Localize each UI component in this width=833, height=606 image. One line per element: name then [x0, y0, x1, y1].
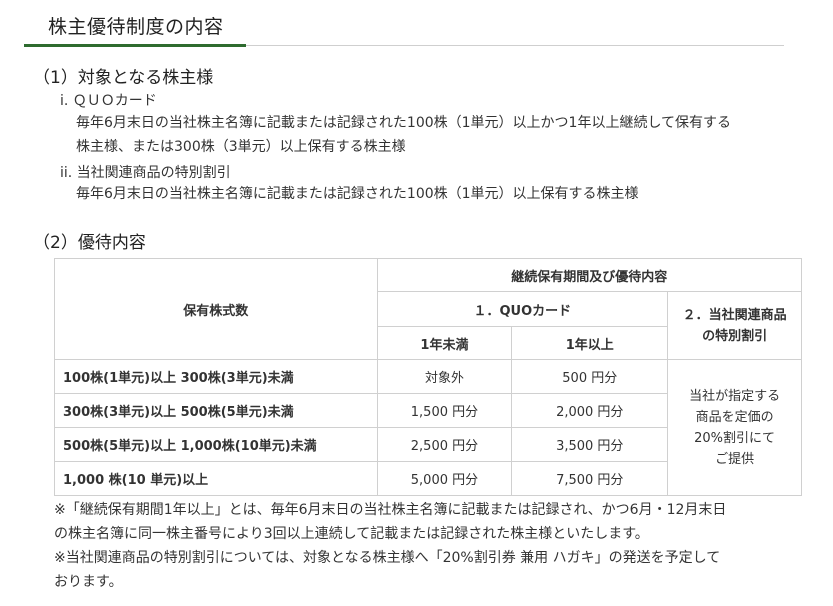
discount-description-cell: 当社が指定する 商品を定価の 20%割引にて ご提供 — [667, 359, 802, 496]
section-heading-benefits: （2）優待内容 — [33, 233, 146, 253]
text-line: 株主様、または300株（3単元）以上保有する株主様 — [76, 139, 406, 155]
header-holding-period-group: 継続保有期間及び優待内容 — [376, 258, 803, 292]
header-discount-line: の特別割引 — [702, 328, 768, 344]
note-discount-2: おります。 — [54, 574, 123, 590]
under-1-year-cell: 1,500 円分 — [376, 393, 513, 428]
header-over-1-year: 1年以上 — [511, 326, 669, 360]
note-discount-1: ※当社関連商品の特別割引については、対象となる株主様へ「20%割引券 兼用 ハガ… — [54, 550, 721, 566]
over-1-year-cell: 2,000 円分 — [511, 393, 669, 428]
under-1-year-cell: 対象外 — [376, 359, 513, 394]
shares-cell: 100株(1単元)以上 300株(3単元)未満 — [54, 359, 378, 394]
table-row: 100株(1単元)以上 300株(3単元)未満 対象外 500 円分 当社が指定… — [54, 359, 802, 496]
over-1-year-cell: 7,500 円分 — [511, 461, 669, 496]
shares-cell: 300株(3単元)以上 500株(5単元)未満 — [54, 393, 378, 428]
note-holding-period-1: ※「継続保有期間1年以上」とは、毎年6月末日の当社株主名簿に記載または記録され、… — [54, 502, 727, 518]
sub-item-quo-card: i. ＱＵＯカード — [60, 93, 157, 109]
section-heading-eligibility: （1）対象となる株主様 — [33, 68, 214, 88]
over-1-year-cell: 500 円分 — [511, 359, 669, 394]
benefits-table: 保有株式数 継続保有期間及び優待内容 １．QUOカード ２．当社関連商品 の特別… — [54, 258, 803, 496]
note-holding-period-2: の株主名簿に同一株主番号により3回以上連続して記載または記録された株主様といたし… — [54, 526, 649, 542]
under-1-year-cell: 2,500 円分 — [376, 427, 513, 462]
header-discount-line: ２．当社関連商品 — [682, 307, 787, 323]
shares-cell: 1,000 株(10 単元)以上 — [54, 461, 378, 496]
discount-line: 20%割引にて — [694, 430, 776, 446]
header-special-discount: ２．当社関連商品 の特別割引 — [667, 291, 802, 360]
quo-card-eligibility-text: 毎年6月末日の当社株主名簿に記載または記録された100株（1単元）以上かつ1年以… — [76, 111, 731, 159]
header-quo-card: １．QUOカード — [376, 291, 669, 327]
discount-line: 商品を定価の — [695, 409, 774, 425]
shares-cell: 500株(5単元)以上 1,000株(10単元)未満 — [54, 427, 378, 462]
sub-item-special-discount: ii. 当社関連商品の特別割引 — [60, 165, 231, 181]
discount-line: ご提供 — [715, 451, 755, 467]
discount-eligibility-text: 毎年6月末日の当社株主名簿に記載または記録された100株（1単元）以上保有する株… — [76, 182, 639, 206]
title-accent-bar — [24, 44, 246, 47]
under-1-year-cell: 5,000 円分 — [376, 461, 513, 496]
text-line: 毎年6月末日の当社株主名簿に記載または記録された100株（1単元）以上かつ1年以… — [76, 115, 732, 131]
over-1-year-cell: 3,500 円分 — [511, 427, 669, 462]
header-shares-held: 保有株式数 — [54, 258, 378, 360]
discount-line: 当社が指定する — [689, 388, 781, 404]
header-under-1-year: 1年未満 — [376, 326, 513, 360]
page-title: 株主優待制度の内容 — [48, 16, 224, 38]
text-line: 毎年6月末日の当社株主名簿に記載または記録された100株（1単元）以上保有する株… — [76, 186, 639, 202]
